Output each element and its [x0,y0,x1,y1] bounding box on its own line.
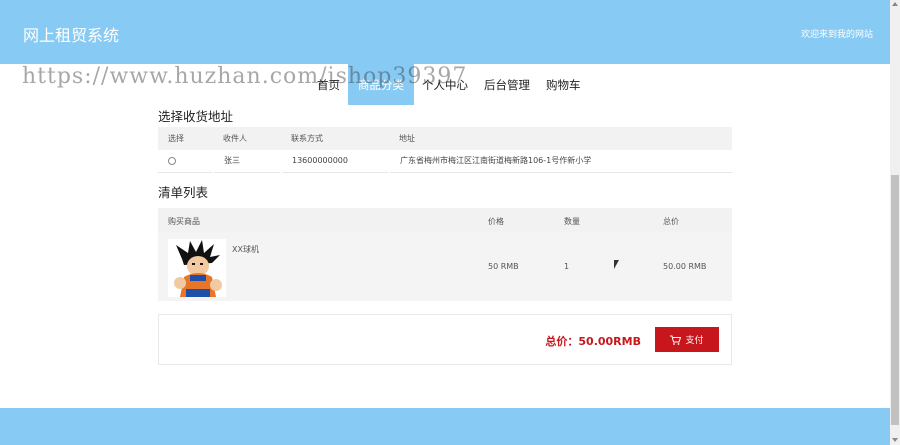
column-header-price: 价格 [488,217,504,226]
column-header-quantity: 数量 [564,217,580,226]
footer-bar [0,408,890,445]
nav-item-profile[interactable]: 个人中心 [414,64,476,105]
product-name[interactable]: XX球机 [232,244,259,255]
cart-icon [670,335,682,345]
main-nav: 首页 商品分类 个人中心 后台管理 购物车 [317,64,589,105]
scroll-down-arrow-icon[interactable] [892,438,898,442]
address-radio[interactable] [168,156,176,165]
order-item-row: XX球机 50 RMB 1 50.00 RMB [158,232,732,301]
address-table: 选择 收件人 联系方式 地址 张三 13600000000 广东省梅州市梅江区江… [158,127,732,173]
welcome-text: 欢迎来到我的网站 [800,30,873,40]
header-bar: 网上租贸系统 欢迎来到我的网站 [0,0,890,64]
scroll-up-arrow-icon[interactable] [892,2,898,6]
product-quantity: 1 [564,262,570,271]
address-select-cell[interactable] [158,150,213,173]
column-header-total: 总价 [663,217,679,226]
vertical-scrollbar[interactable] [890,0,900,445]
column-header-product: 购买商品 [168,217,200,226]
checkout-bar: 总价：50.00RMB 支付 [158,314,732,365]
address-recipient: 张三 [212,150,281,173]
address-row[interactable]: 张三 13600000000 广东省梅州市梅江区江南街道梅新路106-1号作新小… [158,150,732,173]
order-section-title: 清单列表 [158,185,209,200]
address-detail: 广东省梅州市梅江区江南街道梅新路106-1号作新小学 [388,150,732,173]
nav-item-cart[interactable]: 购物车 [538,64,589,105]
mouse-cursor-icon [614,260,619,269]
product-total: 50.00 RMB [663,262,707,271]
address-table-header: 选择 收件人 联系方式 地址 [158,127,732,150]
product-price: 50 RMB [488,262,519,271]
column-header-recipient: 收件人 [213,127,281,150]
nav-item-admin[interactable]: 后台管理 [476,64,538,105]
site-brand[interactable]: 网上租贸系统 [23,22,119,46]
pay-button-label: 支付 [685,335,704,345]
address-section-title: 选择收货地址 [158,109,234,124]
nav-item-categories[interactable]: 商品分类 [348,64,414,105]
address-phone: 13600000000 [280,150,389,173]
scrollbar-thumb[interactable] [891,175,899,425]
product-image[interactable] [168,239,226,297]
column-header-select: 选择 [158,127,213,150]
order-table-header: 购买商品 价格 数量 总价 [158,208,732,232]
total-price: 总价：50.00RMB [545,335,641,348]
column-header-phone: 联系方式 [281,127,389,150]
column-header-address: 地址 [389,127,732,150]
nav-item-home[interactable]: 首页 [317,64,348,105]
order-table: 购买商品 价格 数量 总价 XX球机 50 RMB 1 50.00 RMB [158,208,732,301]
pay-button[interactable]: 支付 [655,327,719,352]
